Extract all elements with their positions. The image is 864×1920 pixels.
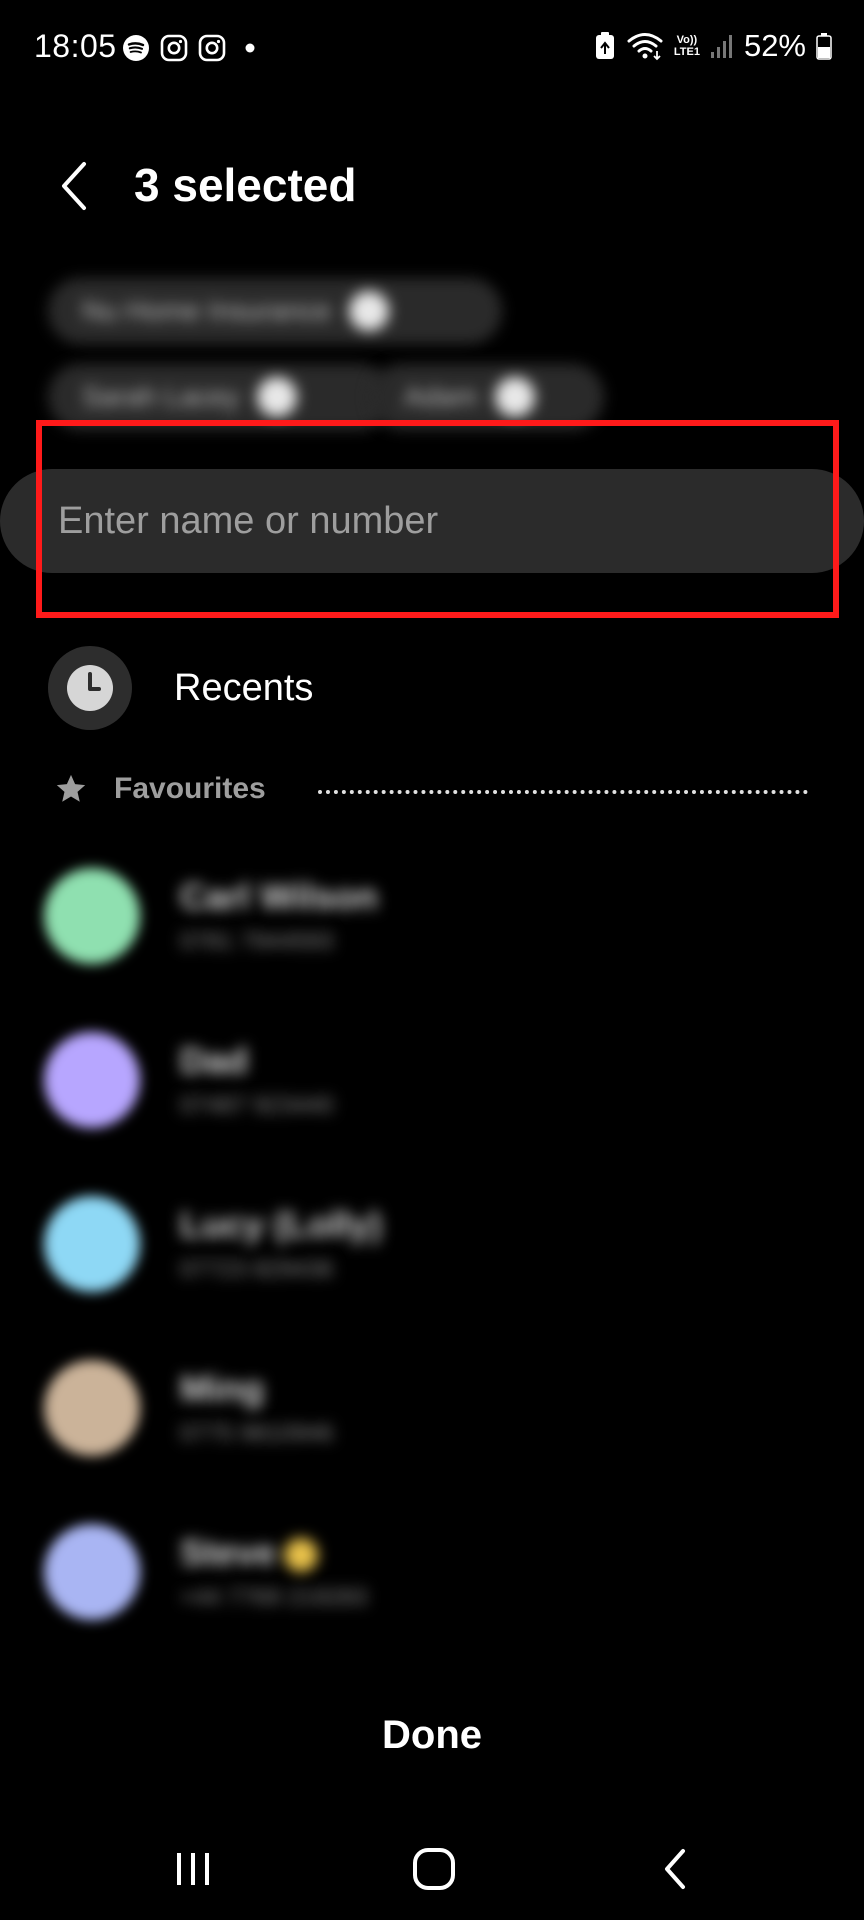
avatar bbox=[44, 1032, 140, 1128]
contact-number: 07723 829436 bbox=[180, 1256, 334, 1283]
page-title: 3 selected bbox=[134, 159, 357, 211]
recents-item[interactable]: Recents bbox=[48, 646, 313, 730]
battery-percent: 52% bbox=[743, 28, 806, 63]
chip-remove-icon[interactable] bbox=[495, 377, 536, 417]
clock-icon bbox=[67, 665, 113, 711]
status-bar: 18:05 Vo)) LTE1 52% bbox=[0, 0, 864, 96]
chip-remove-icon[interactable] bbox=[257, 377, 298, 417]
recents-icon-container bbox=[48, 646, 132, 730]
screen: 18:05 Vo)) LTE1 52% 3 selected Nu Home I… bbox=[0, 0, 864, 1920]
back-button[interactable] bbox=[48, 154, 100, 218]
selected-chip[interactable]: Nu Home Insurance bbox=[48, 278, 502, 344]
selected-chip[interactable]: Sarah Lacey bbox=[48, 364, 392, 430]
contact-name: Lucy (Lolly) bbox=[180, 1204, 383, 1245]
volte-label: Vo)) bbox=[676, 34, 698, 46]
status-system-icons: Vo)) LTE1 52% bbox=[594, 28, 832, 64]
contact-number: +44 7769 219283 bbox=[180, 1584, 368, 1611]
chip-label: Nu Home Insurance bbox=[82, 295, 332, 326]
favourites-header: Favourites bbox=[54, 772, 266, 806]
instagram-icon bbox=[198, 34, 226, 62]
contact-row[interactable]: Dad 07487 923440 bbox=[44, 1032, 804, 1142]
instagram-icon bbox=[160, 34, 188, 62]
contact-row[interactable]: Carl Wilson 0781 7944593 bbox=[44, 868, 804, 978]
contact-name: Carl Wilson bbox=[180, 876, 378, 917]
recent-apps-icon bbox=[177, 1853, 209, 1885]
emoji-icon bbox=[284, 1538, 319, 1573]
spotify-icon bbox=[123, 35, 149, 61]
nav-back-button[interactable] bbox=[640, 1834, 710, 1904]
done-button[interactable]: Done bbox=[332, 1700, 532, 1770]
contact-name: Steve bbox=[180, 1532, 319, 1574]
battery-icon bbox=[816, 33, 832, 60]
signal-icon bbox=[710, 35, 732, 58]
chip-label: Sarah Lacey bbox=[82, 381, 240, 412]
contact-row[interactable]: Steve +44 7769 219283 bbox=[44, 1524, 804, 1634]
back-icon bbox=[665, 1849, 685, 1889]
contact-name: Ming bbox=[180, 1368, 264, 1409]
favourites-label: Favourites bbox=[114, 772, 266, 805]
recent-apps-button[interactable] bbox=[158, 1834, 228, 1904]
notification-dot-icon bbox=[245, 43, 255, 53]
avatar bbox=[44, 1360, 140, 1456]
contact-name: Dad bbox=[180, 1040, 249, 1081]
search-input[interactable] bbox=[0, 469, 864, 573]
lte-label: LTE1 bbox=[673, 46, 700, 58]
home-button[interactable] bbox=[399, 1834, 469, 1904]
recents-label: Recents bbox=[174, 666, 314, 709]
contact-number: 07487 923440 bbox=[180, 1092, 334, 1119]
avatar bbox=[44, 1196, 140, 1292]
navigation-bar bbox=[0, 1810, 864, 1920]
volte-lte-indicator: Vo)) LTE1 bbox=[674, 34, 700, 58]
contact-name-text: Steve bbox=[180, 1532, 277, 1573]
status-notification-icons bbox=[122, 34, 264, 62]
wifi-icon bbox=[627, 33, 663, 61]
status-time: 18:05 bbox=[34, 28, 117, 64]
contact-number: 0775 9810946 bbox=[180, 1420, 334, 1447]
chip-remove-icon[interactable] bbox=[349, 291, 390, 331]
avatar bbox=[44, 868, 140, 964]
star-icon bbox=[56, 774, 86, 802]
home-icon bbox=[413, 1848, 455, 1890]
avatar bbox=[44, 1524, 140, 1620]
selected-chip[interactable]: Adam bbox=[370, 364, 604, 430]
chip-label: Adam bbox=[404, 381, 478, 412]
contact-row[interactable]: Ming 0775 9810946 bbox=[44, 1360, 804, 1470]
chevron-left-icon bbox=[62, 162, 86, 210]
contact-number: 0781 7944593 bbox=[180, 928, 334, 955]
favourites-divider bbox=[318, 790, 808, 794]
contact-row[interactable]: Lucy (Lolly) 07723 829436 bbox=[44, 1196, 804, 1306]
battery-saver-icon bbox=[595, 32, 614, 59]
